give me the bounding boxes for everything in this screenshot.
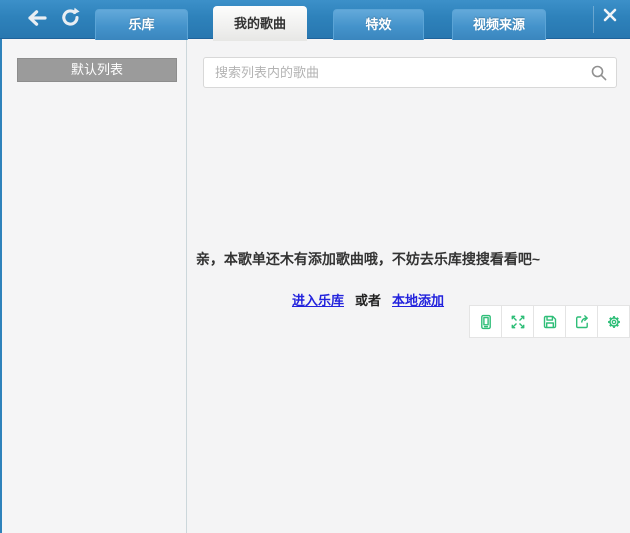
- empty-playlist-message: 亲，本歌单还木有添加歌曲哦，不妨去乐库搜搜看看吧~: [187, 249, 549, 269]
- playlist-sidebar: 默认列表: [2, 40, 186, 533]
- back-arrow-icon: [23, 8, 49, 33]
- local-add-link[interactable]: 本地添加: [392, 293, 444, 308]
- tab-my-songs[interactable]: 我的歌曲: [213, 6, 307, 41]
- mini-player-icon: [478, 314, 494, 330]
- export-icon: [574, 314, 590, 330]
- mini-toolbar: [470, 305, 630, 338]
- search-box: [203, 57, 617, 88]
- export-button[interactable]: [565, 305, 598, 338]
- enter-library-link[interactable]: 进入乐库: [292, 293, 344, 308]
- save-button[interactable]: [533, 305, 566, 338]
- tab-music-library[interactable]: 乐库: [95, 9, 188, 40]
- back-button[interactable]: [22, 8, 50, 32]
- tab-video-source[interactable]: 视频来源: [452, 9, 546, 40]
- refresh-icon: [60, 7, 81, 33]
- settings-gear-icon: [606, 314, 622, 330]
- fullscreen-icon: [510, 314, 526, 330]
- fullscreen-button[interactable]: [501, 305, 534, 338]
- tab-effects[interactable]: 特效: [333, 9, 424, 40]
- or-text: 或者: [355, 293, 381, 308]
- mini-player-button[interactable]: [469, 305, 502, 338]
- playlist-item-default[interactable]: 默认列表: [17, 58, 177, 82]
- settings-button[interactable]: [597, 305, 630, 338]
- close-icon: [603, 8, 617, 27]
- close-button[interactable]: [600, 7, 620, 27]
- search-icon[interactable]: [590, 64, 608, 82]
- refresh-button[interactable]: [56, 8, 84, 32]
- title-bar: 乐库 我的歌曲 特效 视频来源: [0, 0, 630, 39]
- songs-panel: 亲，本歌单还木有添加歌曲哦，不妨去乐库搜搜看看吧~ 进入乐库或者本地添加: [187, 40, 630, 533]
- titlebar-separator: [593, 6, 594, 33]
- search-input[interactable]: [204, 58, 616, 87]
- save-icon: [542, 314, 558, 330]
